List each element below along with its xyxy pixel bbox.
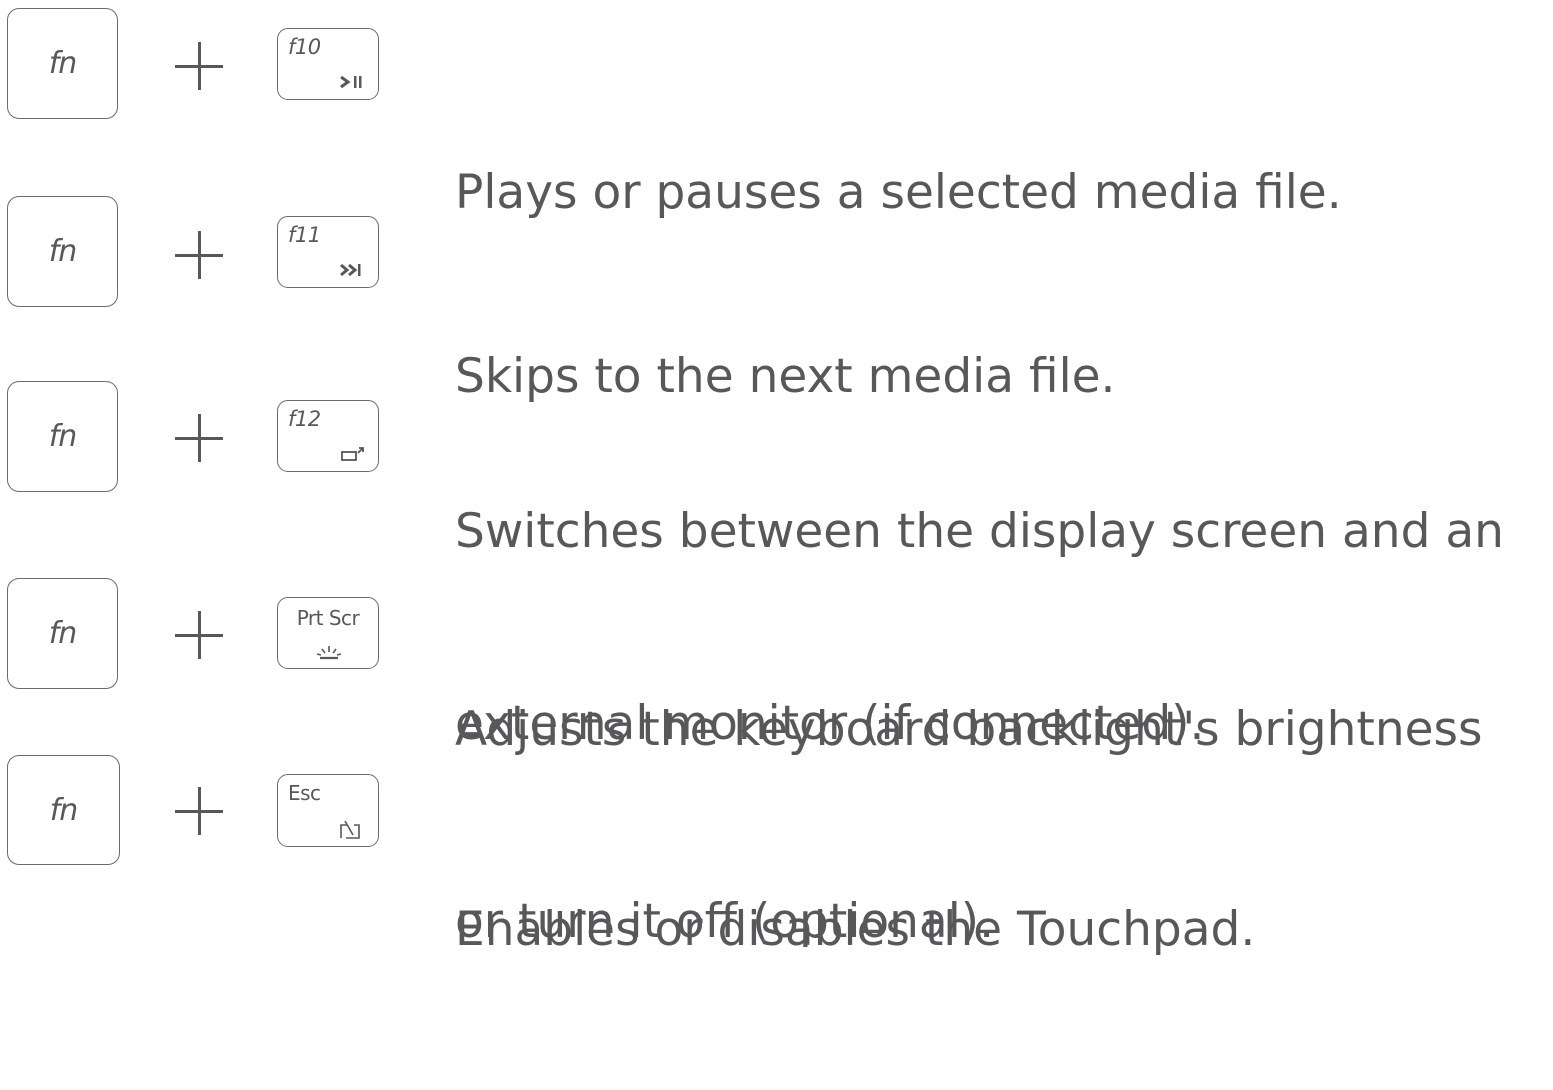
plus-icon <box>175 611 223 659</box>
key-label: Prt Scr <box>296 606 360 630</box>
f11-key: f11 <box>277 216 379 288</box>
display-switch-icon <box>341 447 364 461</box>
f10-key: f10 <box>277 28 379 100</box>
fn-key: fn <box>7 578 118 689</box>
next-track-icon <box>340 263 361 277</box>
fn-key: fn <box>7 381 118 492</box>
esc-key: Esc <box>277 774 379 847</box>
plus-icon <box>175 787 223 835</box>
touchpad-toggle-icon <box>340 820 360 839</box>
play-pause-icon <box>340 75 362 89</box>
plus-icon <box>175 231 223 279</box>
fn-key: fn <box>7 8 118 119</box>
key-label: f12 <box>288 407 321 431</box>
shortcut-description: Enables or disables the Touchpad. <box>455 902 1256 957</box>
key-label: f10 <box>288 35 321 59</box>
fn-key: fn <box>7 196 118 307</box>
f12-key: f12 <box>277 400 379 472</box>
plus-icon <box>175 414 223 462</box>
key-label: f11 <box>288 223 321 247</box>
fn-key: fn <box>7 755 120 865</box>
keyboard-backlight-icon <box>316 646 342 660</box>
key-label: Esc <box>288 781 321 805</box>
plus-icon <box>175 42 223 90</box>
prtscr-key: Prt Scr <box>277 597 379 669</box>
